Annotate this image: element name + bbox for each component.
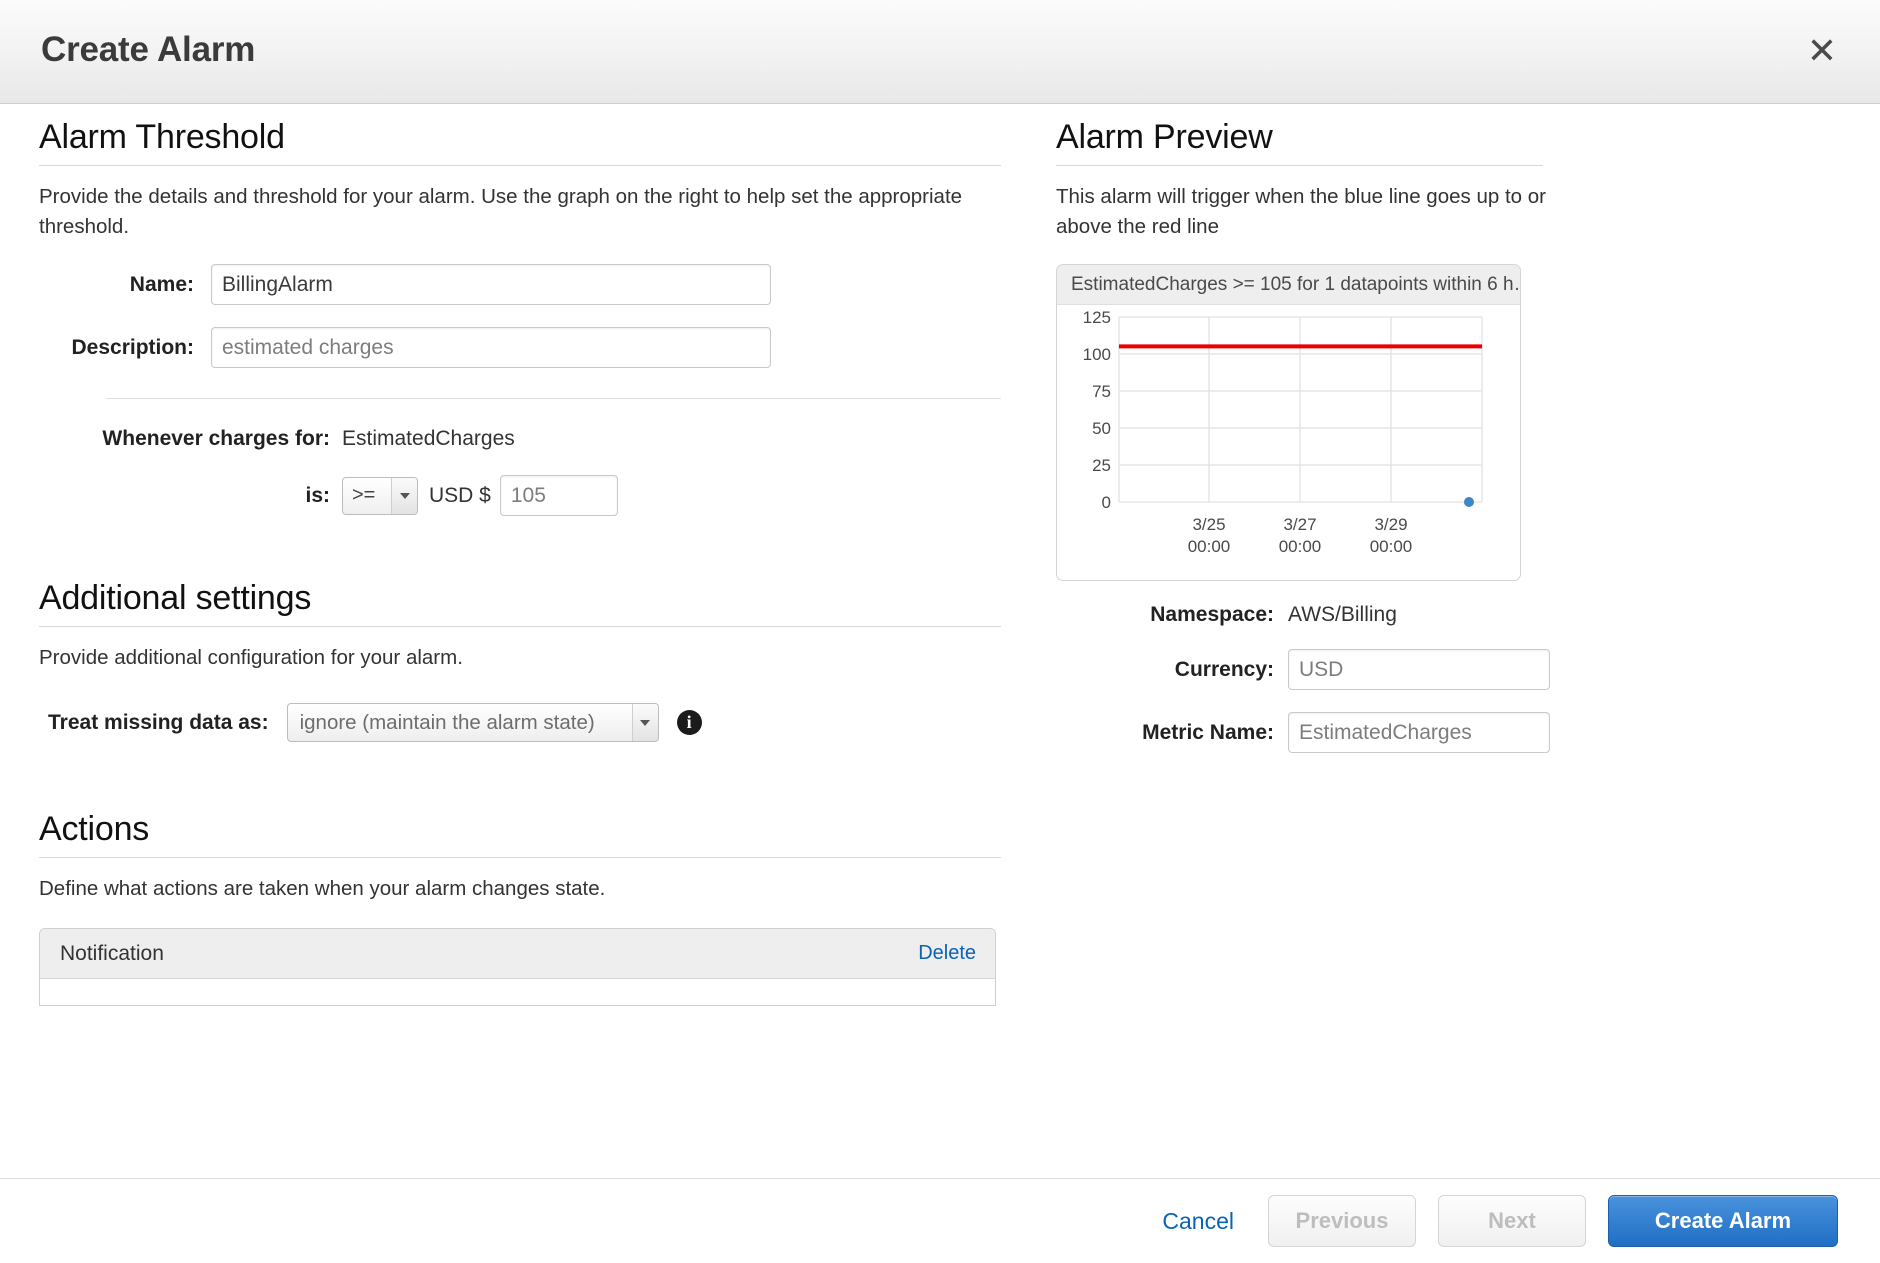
- create-alarm-button[interactable]: Create Alarm: [1608, 1195, 1838, 1247]
- name-input[interactable]: BillingAlarm: [211, 264, 771, 306]
- svg-text:3/29: 3/29: [1374, 515, 1407, 534]
- treat-missing-data-select[interactable]: ignore (maintain the alarm state): [286, 703, 659, 743]
- notification-card-title: Notification: [60, 941, 164, 965]
- svg-text:0: 0: [1102, 493, 1111, 512]
- metric-name-label: Metric Name:: [1142, 720, 1274, 744]
- cancel-button[interactable]: Cancel: [1162, 1208, 1234, 1235]
- threshold-input[interactable]: 105: [499, 475, 618, 517]
- dialog-footer: Cancel Previous Next Create Alarm: [0, 1178, 1880, 1263]
- treat-missing-data-row: Treat missing data as: ignore (maintain …: [39, 703, 1001, 743]
- name-field-row: Name: BillingAlarm: [39, 264, 1001, 306]
- svg-text:75: 75: [1092, 382, 1111, 401]
- actions-section: Actions Define what actions are taken wh…: [39, 810, 1001, 1007]
- treat-missing-data-label: Treat missing data as:: [48, 710, 269, 734]
- comparison-select-value: >=: [352, 484, 376, 507]
- metric-name-input[interactable]: EstimatedCharges: [1288, 712, 1550, 754]
- section-divider: [39, 165, 1001, 166]
- notification-card: Notification Delete: [39, 928, 996, 1007]
- whenever-value: EstimatedCharges: [342, 427, 515, 451]
- notification-card-header: Notification Delete: [40, 929, 995, 980]
- section-divider: [39, 626, 1001, 627]
- right-column: Alarm Preview This alarm will trigger wh…: [1040, 104, 1880, 1184]
- additional-settings-description: Provide additional configuration for you…: [39, 646, 463, 669]
- alarm-threshold-section: Alarm Threshold Provide the details and …: [39, 118, 1001, 517]
- alarm-preview-description: This alarm will trigger when the blue li…: [1056, 185, 1546, 239]
- is-row: is: >= USD $ 105: [39, 475, 1001, 517]
- chart-title: EstimatedCharges >= 105 for 1 datapoints…: [1057, 265, 1520, 306]
- currency-input[interactable]: USD: [1288, 649, 1550, 691]
- alarm-preview-heading: Alarm Preview: [1056, 118, 1273, 156]
- whenever-row: Whenever charges for: EstimatedCharges: [39, 427, 1001, 451]
- actions-heading: Actions: [39, 810, 150, 848]
- currency-row: Currency: USD: [1056, 649, 1856, 691]
- chevron-down-icon: [631, 704, 658, 742]
- currency-label: Currency:: [1174, 657, 1274, 681]
- svg-text:50: 50: [1092, 419, 1111, 438]
- chevron-down-icon: [391, 477, 417, 514]
- description-field-row: Description: estimated charges: [39, 327, 1001, 369]
- metric-name-row: Metric Name: EstimatedCharges: [1056, 712, 1856, 754]
- threshold-divider: [106, 398, 1001, 400]
- modal-header: Create Alarm ✕: [0, 0, 1880, 104]
- namespace-row: Namespace: AWS/Billing: [1056, 603, 1856, 627]
- alarm-preview-chart-card: EstimatedCharges >= 105 for 1 datapoints…: [1056, 264, 1521, 582]
- chart-svg: 125 100 75 50 25 0 3/25 00:00 3/27 00:00…: [1083, 308, 1483, 556]
- svg-text:100: 100: [1083, 345, 1111, 364]
- svg-text:3/25: 3/25: [1192, 515, 1225, 534]
- svg-text:00:00: 00:00: [1370, 537, 1413, 556]
- close-icon[interactable]: ✕: [1800, 30, 1844, 74]
- svg-text:00:00: 00:00: [1279, 537, 1322, 556]
- delete-notification-link[interactable]: Delete: [918, 942, 976, 965]
- chart-plot: 125 100 75 50 25 0 3/25 00:00 3/27 00:00…: [1057, 305, 1520, 580]
- currency-prefix-label: USD $: [429, 483, 491, 507]
- info-icon[interactable]: i: [676, 710, 702, 736]
- alarm-preview-section: Alarm Preview This alarm will trigger wh…: [1056, 118, 1856, 754]
- comparison-select[interactable]: >=: [342, 476, 418, 515]
- description-label: Description:: [71, 335, 194, 359]
- next-button[interactable]: Next: [1438, 1195, 1586, 1247]
- name-label: Name:: [129, 272, 194, 296]
- svg-text:125: 125: [1083, 308, 1111, 327]
- treat-missing-data-value: ignore (maintain the alarm state): [299, 710, 595, 734]
- additional-settings-section: Additional settings Provide additional c…: [39, 579, 1001, 743]
- namespace-label: Namespace:: [1150, 603, 1274, 627]
- section-divider: [39, 857, 1001, 858]
- is-label: is:: [305, 483, 330, 507]
- additional-settings-heading: Additional settings: [39, 579, 312, 617]
- alarm-threshold-heading: Alarm Threshold: [39, 118, 285, 156]
- page-title: Create Alarm: [41, 30, 256, 69]
- section-divider: [1056, 165, 1543, 166]
- description-input[interactable]: estimated charges: [211, 327, 771, 369]
- svg-text:3/27: 3/27: [1283, 515, 1316, 534]
- svg-text:00:00: 00:00: [1188, 537, 1231, 556]
- previous-button[interactable]: Previous: [1268, 1195, 1416, 1247]
- actions-description: Define what actions are taken when your …: [39, 877, 606, 900]
- namespace-value: AWS/Billing: [1288, 603, 1397, 627]
- left-column: Alarm Threshold Provide the details and …: [0, 104, 1040, 1184]
- notification-card-body: [40, 979, 995, 1006]
- whenever-label: Whenever charges for:: [102, 427, 330, 451]
- svg-text:25: 25: [1092, 456, 1111, 475]
- alarm-threshold-description: Provide the details and threshold for yo…: [39, 185, 963, 239]
